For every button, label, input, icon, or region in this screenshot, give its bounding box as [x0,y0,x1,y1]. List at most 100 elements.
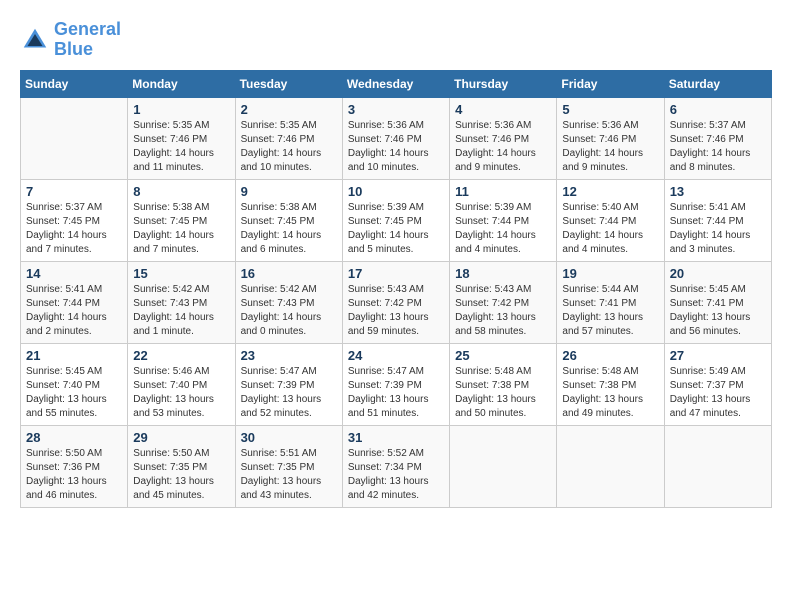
header-monday: Monday [128,70,235,97]
calendar-cell: 3 Sunrise: 5:36 AM Sunset: 7:46 PM Daylig… [342,97,449,179]
day-number: 9 [241,184,337,199]
cell-info: Sunrise: 5:39 AM Sunset: 7:45 PM Dayligh… [348,201,444,257]
day-number: 29 [133,430,229,445]
calendar-cell: 14 Sunrise: 5:41 AM Sunset: 7:44 PM Dayli… [21,261,128,343]
calendar-cell: 11Sunrise: 5:39 AM Sunset: 7:44 PM Dayli… [450,179,557,261]
calendar-cell: 26Sunrise: 5:48 AM Sunset: 7:38 PM Dayli… [557,343,664,425]
calendar-cell [450,425,557,507]
day-number: 10 [348,184,444,199]
header-tuesday: Tuesday [235,70,342,97]
cell-info: Sunrise: 5:35 AM Sunset: 7:46 PM Dayligh… [133,119,229,175]
calendar-cell: 23 Sunrise: 5:47 AM Sunset: 7:39 PM Dayli… [235,343,342,425]
day-number: 2 [241,102,337,117]
calendar-cell: 10 Sunrise: 5:39 AM Sunset: 7:45 PM Dayli… [342,179,449,261]
calendar-cell: 5Sunrise: 5:36 AM Sunset: 7:46 PM Daylig… [557,97,664,179]
calendar-cell: 25 Sunrise: 5:48 AM Sunset: 7:38 PM Dayli… [450,343,557,425]
cell-info: Sunrise: 5:36 AM Sunset: 7:46 PM Dayligh… [348,119,444,175]
day-number: 14 [26,266,122,281]
calendar-cell: 1 Sunrise: 5:35 AM Sunset: 7:46 PM Daylig… [128,97,235,179]
calendar-cell [21,97,128,179]
calendar-week-row: 28 Sunrise: 5:50 AM Sunset: 7:36 PM Dayli… [21,425,772,507]
cell-info: Sunrise: 5:47 AM Sunset: 7:39 PM Dayligh… [348,365,444,421]
cell-info: Sunrise: 5:41 AM Sunset: 7:44 PM Dayligh… [670,201,766,257]
cell-info: Sunrise: 5:42 AM Sunset: 7:43 PM Dayligh… [133,283,229,339]
calendar-cell: 27Sunrise: 5:49 AM Sunset: 7:37 PM Dayli… [664,343,771,425]
calendar-cell: 8Sunrise: 5:38 AM Sunset: 7:45 PM Daylig… [128,179,235,261]
cell-info: Sunrise: 5:46 AM Sunset: 7:40 PM Dayligh… [133,365,229,421]
calendar-table: SundayMondayTuesdayWednesdayThursdayFrid… [20,70,772,508]
calendar-week-row: 7Sunrise: 5:37 AM Sunset: 7:45 PM Daylig… [21,179,772,261]
day-number: 23 [241,348,337,363]
calendar-cell: 20 Sunrise: 5:45 AM Sunset: 7:41 PM Dayli… [664,261,771,343]
day-number: 20 [670,266,766,281]
header-wednesday: Wednesday [342,70,449,97]
calendar-cell: 22 Sunrise: 5:46 AM Sunset: 7:40 PM Dayli… [128,343,235,425]
logo-text: General Blue [54,20,121,60]
header-friday: Friday [557,70,664,97]
calendar-cell [557,425,664,507]
day-number: 3 [348,102,444,117]
cell-info: Sunrise: 5:41 AM Sunset: 7:44 PM Dayligh… [26,283,122,339]
cell-info: Sunrise: 5:42 AM Sunset: 7:43 PM Dayligh… [241,283,337,339]
day-number: 22 [133,348,229,363]
cell-info: Sunrise: 5:36 AM Sunset: 7:46 PM Dayligh… [455,119,551,175]
calendar-cell: 2 Sunrise: 5:35 AM Sunset: 7:46 PM Daylig… [235,97,342,179]
day-number: 1 [133,102,229,117]
cell-info: Sunrise: 5:48 AM Sunset: 7:38 PM Dayligh… [455,365,551,421]
header-saturday: Saturday [664,70,771,97]
day-number: 21 [26,348,122,363]
logo: General Blue [20,20,121,60]
calendar-week-row: 14 Sunrise: 5:41 AM Sunset: 7:44 PM Dayli… [21,261,772,343]
header-thursday: Thursday [450,70,557,97]
cell-info: Sunrise: 5:44 AM Sunset: 7:41 PM Dayligh… [562,283,658,339]
calendar-cell: 16 Sunrise: 5:42 AM Sunset: 7:43 PM Dayli… [235,261,342,343]
day-number: 25 [455,348,551,363]
calendar-cell: 31Sunrise: 5:52 AM Sunset: 7:34 PM Dayli… [342,425,449,507]
day-number: 19 [562,266,658,281]
day-number: 4 [455,102,551,117]
cell-info: Sunrise: 5:50 AM Sunset: 7:35 PM Dayligh… [133,447,229,503]
cell-info: Sunrise: 5:37 AM Sunset: 7:45 PM Dayligh… [26,201,122,257]
day-number: 28 [26,430,122,445]
cell-info: Sunrise: 5:47 AM Sunset: 7:39 PM Dayligh… [241,365,337,421]
logo-icon [20,25,50,55]
day-number: 27 [670,348,766,363]
day-number: 12 [562,184,658,199]
day-number: 18 [455,266,551,281]
calendar-header-row: SundayMondayTuesdayWednesdayThursdayFrid… [21,70,772,97]
cell-info: Sunrise: 5:35 AM Sunset: 7:46 PM Dayligh… [241,119,337,175]
day-number: 6 [670,102,766,117]
cell-info: Sunrise: 5:37 AM Sunset: 7:46 PM Dayligh… [670,119,766,175]
header-sunday: Sunday [21,70,128,97]
cell-info: Sunrise: 5:38 AM Sunset: 7:45 PM Dayligh… [241,201,337,257]
calendar-cell: 15 Sunrise: 5:42 AM Sunset: 7:43 PM Dayli… [128,261,235,343]
day-number: 24 [348,348,444,363]
cell-info: Sunrise: 5:36 AM Sunset: 7:46 PM Dayligh… [562,119,658,175]
calendar-cell: 28 Sunrise: 5:50 AM Sunset: 7:36 PM Dayli… [21,425,128,507]
day-number: 15 [133,266,229,281]
day-number: 31 [348,430,444,445]
day-number: 16 [241,266,337,281]
calendar-cell: 30Sunrise: 5:51 AM Sunset: 7:35 PM Dayli… [235,425,342,507]
cell-info: Sunrise: 5:43 AM Sunset: 7:42 PM Dayligh… [348,283,444,339]
calendar-cell [664,425,771,507]
day-number: 11 [455,184,551,199]
calendar-week-row: 1 Sunrise: 5:35 AM Sunset: 7:46 PM Daylig… [21,97,772,179]
calendar-cell: 7Sunrise: 5:37 AM Sunset: 7:45 PM Daylig… [21,179,128,261]
cell-info: Sunrise: 5:50 AM Sunset: 7:36 PM Dayligh… [26,447,122,503]
cell-info: Sunrise: 5:45 AM Sunset: 7:41 PM Dayligh… [670,283,766,339]
calendar-week-row: 21Sunrise: 5:45 AM Sunset: 7:40 PM Dayli… [21,343,772,425]
calendar-cell: 4 Sunrise: 5:36 AM Sunset: 7:46 PM Daylig… [450,97,557,179]
day-number: 8 [133,184,229,199]
day-number: 30 [241,430,337,445]
day-number: 17 [348,266,444,281]
calendar-cell: 18 Sunrise: 5:43 AM Sunset: 7:42 PM Dayli… [450,261,557,343]
day-number: 13 [670,184,766,199]
calendar-cell: 6 Sunrise: 5:37 AM Sunset: 7:46 PM Daylig… [664,97,771,179]
page-header: General Blue [20,20,772,60]
calendar-cell: 21Sunrise: 5:45 AM Sunset: 7:40 PM Dayli… [21,343,128,425]
calendar-cell: 24 Sunrise: 5:47 AM Sunset: 7:39 PM Dayli… [342,343,449,425]
cell-info: Sunrise: 5:43 AM Sunset: 7:42 PM Dayligh… [455,283,551,339]
calendar-cell: 12Sunrise: 5:40 AM Sunset: 7:44 PM Dayli… [557,179,664,261]
calendar-cell: 17 Sunrise: 5:43 AM Sunset: 7:42 PM Dayli… [342,261,449,343]
